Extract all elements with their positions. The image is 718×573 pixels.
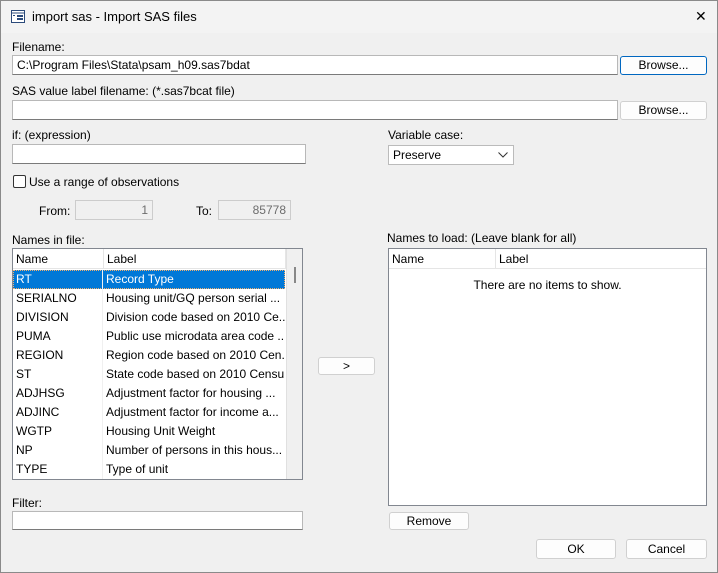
variable-case-select[interactable]: Preserve — [388, 145, 514, 165]
table-row[interactable]: RT Record Type — [13, 270, 285, 289]
close-icon[interactable]: ✕ — [695, 8, 707, 25]
row-name: DIVISION — [13, 308, 103, 327]
row-name: NP — [13, 441, 103, 460]
variable-case-label: Variable case: — [388, 128, 464, 142]
range-checkbox-label: Use a range of observations — [29, 175, 180, 189]
table-row[interactable]: ADJINC Adjustment factor for income a... — [13, 403, 285, 422]
row-name: TYPE — [13, 460, 103, 479]
browse-filename-button[interactable]: Browse... — [620, 56, 707, 75]
scrollbar-thumb[interactable] — [294, 267, 296, 283]
row-name: REGION — [13, 346, 103, 365]
vertical-scrollbar[interactable] — [286, 249, 302, 479]
remove-button[interactable]: Remove — [389, 512, 469, 530]
row-name: WGTP — [13, 422, 103, 441]
filter-input[interactable] — [12, 511, 303, 530]
column-header-name[interactable]: Name — [389, 249, 496, 269]
row-label: Record Type — [106, 272, 174, 286]
chevron-down-icon — [498, 152, 508, 158]
to-input[interactable]: 85778 — [218, 200, 291, 220]
dialog-icon — [11, 10, 25, 23]
empty-list-message: There are no items to show. — [473, 278, 622, 292]
column-header-name[interactable]: Name — [13, 249, 104, 269]
table-row[interactable]: REGION Region code based on 2010 Cen... — [13, 346, 285, 365]
row-label: Type of unit — [106, 462, 169, 476]
if-expression-label: if: (expression) — [12, 128, 91, 142]
table-row[interactable]: WGTP Housing Unit Weight — [13, 422, 285, 441]
filename-input[interactable]: C:\Program Files\Stata\psam_h09.sas7bdat — [12, 55, 618, 75]
row-label: Number of persons in this hous... — [106, 443, 283, 457]
row-label: Adjustment factor for income a... — [106, 405, 279, 419]
names-to-load-list[interactable]: Name Label There are no items to show. — [388, 248, 707, 506]
row-name: ST — [13, 365, 103, 384]
list-header: Name Label — [389, 249, 706, 269]
row-name: ADJHSG — [13, 384, 103, 403]
table-row[interactable]: NP Number of persons in this hous... — [13, 441, 285, 460]
list-header: Name Label — [13, 249, 302, 269]
table-row[interactable]: SERIALNO Housing unit/GQ person serial ..… — [13, 289, 285, 308]
table-row[interactable]: ADJHSG Adjustment factor for housing ... — [13, 384, 285, 403]
from-label: From: — [39, 204, 71, 218]
window-title: import sas - Import SAS files — [32, 9, 197, 24]
table-row[interactable]: TYPE Type of unit — [13, 460, 285, 479]
table-row[interactable]: ST State code based on 2010 Censu... — [13, 365, 285, 384]
filename-label: Filename: — [12, 40, 65, 54]
row-label: Housing unit/GQ person serial ... — [106, 291, 281, 305]
row-label: Housing Unit Weight — [106, 424, 216, 438]
row-label: Region code based on 2010 Cen... — [106, 348, 285, 362]
row-name: PUMA — [13, 327, 103, 346]
to-label: To: — [196, 204, 213, 218]
if-expression-input[interactable] — [12, 144, 306, 164]
table-row[interactable]: PUMA Public use microdata area code ... — [13, 327, 285, 346]
names-to-load-label: Names to load: (Leave blank for all) — [387, 231, 577, 245]
move-to-load-button[interactable]: > — [318, 357, 375, 375]
range-checkbox[interactable] — [13, 175, 26, 188]
ok-button[interactable]: OK — [536, 539, 616, 559]
value-label-filename-label: SAS value label filename: (*.sas7bcat fi… — [12, 84, 235, 98]
browse-value-label-button[interactable]: Browse... — [620, 101, 707, 120]
row-label: State code based on 2010 Censu... — [106, 367, 285, 381]
row-name: RT — [13, 270, 103, 289]
title-bar: import sas - Import SAS files ✕ — [1, 1, 717, 33]
from-input[interactable]: 1 — [75, 200, 153, 220]
names-in-file-list[interactable]: Name Label RT Record Type SERIALNO Housing … — [12, 248, 303, 480]
column-header-label[interactable]: Label — [104, 249, 286, 269]
variable-case-value: Preserve — [393, 148, 442, 162]
table-row[interactable]: DIVISION Division code based on 2010 Ce..… — [13, 308, 285, 327]
row-label: Division code based on 2010 Ce... — [106, 310, 285, 324]
row-name: SERIALNO — [13, 289, 103, 308]
column-header-label[interactable]: Label — [496, 249, 706, 269]
cancel-button[interactable]: Cancel — [626, 539, 707, 559]
row-name: ADJINC — [13, 403, 103, 422]
row-label: Public use microdata area code ... — [106, 329, 285, 343]
value-label-filename-input[interactable] — [12, 100, 618, 120]
import-sas-dialog: import sas - Import SAS files ✕ Filename… — [0, 0, 718, 573]
filter-label: Filter: — [12, 496, 42, 510]
names-in-file-label: Names in file: — [12, 233, 85, 247]
row-label: Adjustment factor for housing ... — [106, 386, 276, 400]
